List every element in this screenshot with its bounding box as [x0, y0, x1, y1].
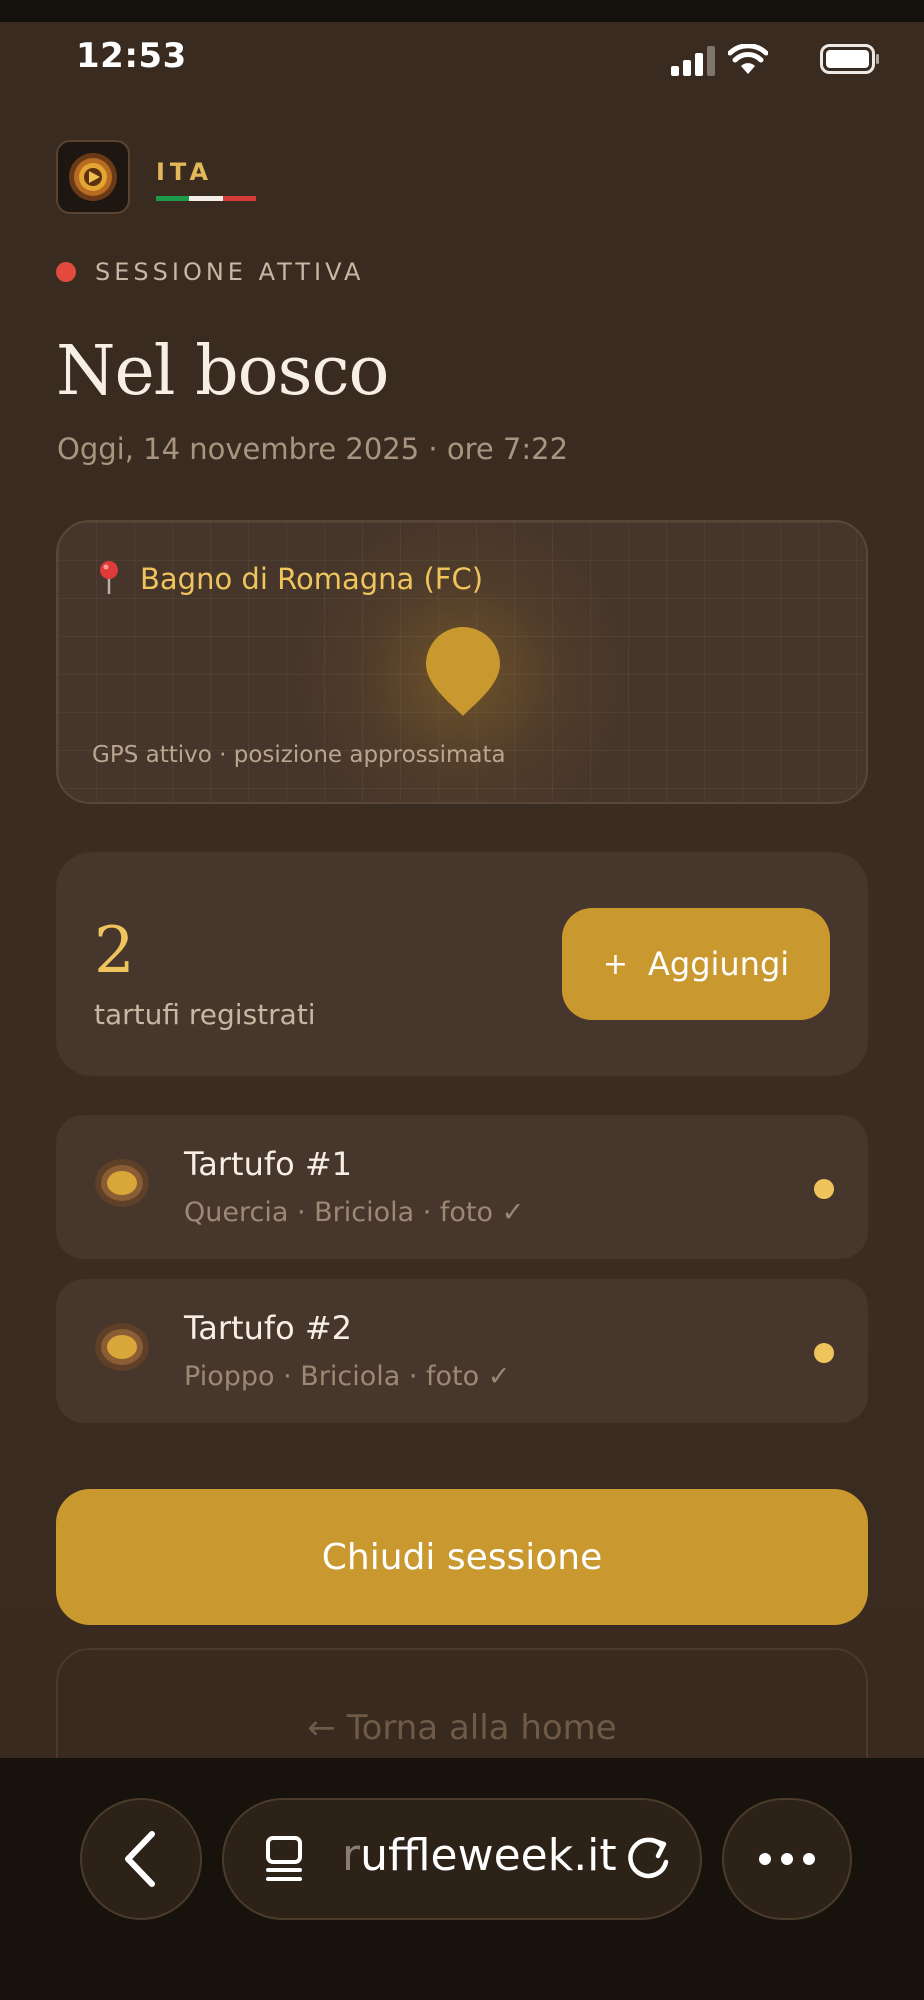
app-logo[interactable] — [56, 140, 130, 214]
gps-status: GPS attivo · posizione approssimata — [92, 742, 506, 768]
language-label[interactable]: ITA — [156, 158, 213, 186]
more-dots-icon — [759, 1853, 815, 1865]
sync-status-dot — [814, 1343, 834, 1363]
close-session-button[interactable]: Chiudi sessione — [56, 1489, 868, 1625]
status-icons — [640, 40, 880, 80]
map-pin-icon — [100, 561, 118, 594]
browser-more-button[interactable] — [722, 1798, 852, 1920]
add-button-label: Aggiungi — [647, 945, 790, 983]
map-location: Bagno di Romagna (FC) — [140, 562, 484, 596]
add-truffle-button[interactable]: + Aggiungi — [562, 908, 830, 1020]
truffle-title: Tartufo #2 — [184, 1309, 353, 1347]
truffle-title: Tartufo #1 — [184, 1145, 353, 1183]
sync-status-dot — [814, 1179, 834, 1199]
location-marker-icon — [426, 627, 500, 716]
truffle-count-label: tartufi registrati — [94, 998, 316, 1031]
battery-icon — [820, 44, 879, 74]
status-time: 12:53 — [76, 36, 187, 76]
cellular-signal-icon — [671, 46, 715, 76]
map-card[interactable]: Bagno di Romagna (FC) GPS attivo · posiz… — [56, 520, 868, 804]
url-text[interactable]: ruffleweek.it — [342, 1830, 617, 1881]
truffle-logo-icon — [69, 153, 117, 201]
truffle-icon — [95, 1323, 149, 1371]
italian-flag-stripe — [156, 196, 256, 201]
plus-icon: + — [602, 946, 628, 982]
truffle-counter-card: 2 tartufi registrati + Aggiungi — [56, 852, 868, 1076]
wifi-icon — [728, 44, 768, 74]
session-status: SESSIONE ATTIVA — [95, 258, 365, 286]
truffle-count: 2 — [94, 914, 135, 988]
chevron-left-icon — [125, 1831, 155, 1887]
truffle-details: Quercia · Briciola · foto ✓ — [184, 1197, 525, 1228]
truffle-list-item[interactable]: Tartufo #1 Quercia · Briciola · foto ✓ — [56, 1115, 868, 1259]
truffle-list-item[interactable]: Tartufo #2 Pioppo · Briciola · foto ✓ — [56, 1279, 868, 1423]
recording-dot — [56, 262, 76, 282]
browser-back-button[interactable] — [80, 1798, 202, 1920]
page-title: Nel bosco — [56, 332, 389, 411]
truffle-details: Pioppo · Briciola · foto ✓ — [184, 1361, 511, 1392]
tabs-icon — [266, 1836, 302, 1881]
session-datetime: Oggi, 14 novembre 2025 · ore 7:22 — [57, 432, 569, 466]
truffle-icon — [95, 1159, 149, 1207]
reload-icon[interactable] — [622, 1832, 676, 1886]
top-edge — [0, 0, 924, 22]
